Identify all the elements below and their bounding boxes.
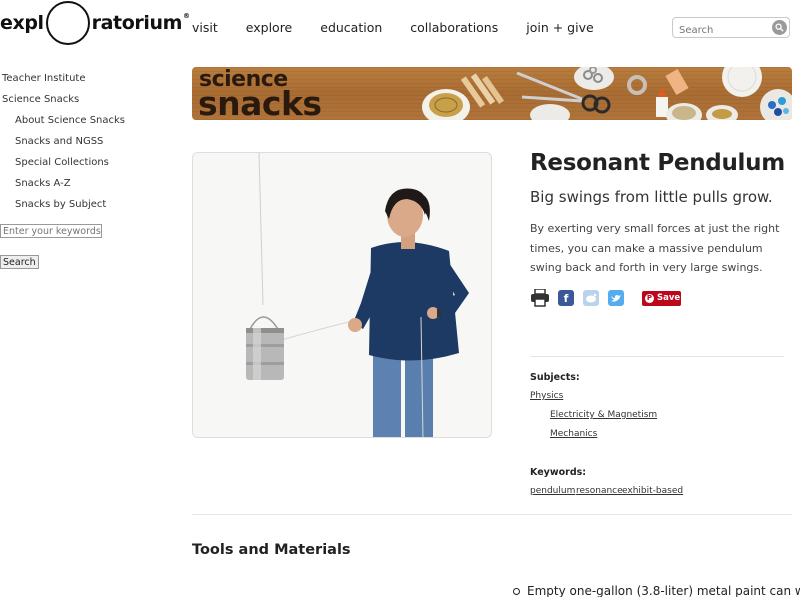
divider bbox=[530, 356, 784, 357]
page-title: Resonant Pendulum bbox=[530, 150, 785, 176]
subject-link-mechanics[interactable]: Mechanics bbox=[550, 429, 597, 439]
pinterest-save-button[interactable]: P Save bbox=[642, 290, 681, 306]
subject-link-physics[interactable]: Physics bbox=[530, 391, 563, 401]
keyword-search-input[interactable] bbox=[0, 224, 102, 238]
logo-ring-icon bbox=[45, 1, 90, 45]
search-icon[interactable] bbox=[772, 20, 787, 35]
sidebar-item-teacher-institute[interactable]: Teacher Institute bbox=[0, 68, 180, 89]
pinterest-save-label: Save bbox=[657, 293, 681, 303]
sidebar: Teacher Institute Science Snacks About S… bbox=[0, 68, 180, 269]
nav-education[interactable]: education bbox=[320, 20, 382, 35]
nav-visit[interactable]: visit bbox=[192, 20, 218, 35]
page-description: By exerting very small forces at just th… bbox=[530, 222, 780, 274]
reddit-icon[interactable] bbox=[583, 290, 599, 306]
pinterest-icon: P bbox=[645, 293, 654, 303]
sidebar-item-about-science-snacks[interactable]: About Science Snacks bbox=[0, 110, 180, 131]
printer-icon[interactable] bbox=[530, 289, 550, 307]
exploratorium-logo[interactable]: expl ratorium® bbox=[0, 0, 190, 46]
subjects-heading: Subjects: bbox=[530, 372, 580, 383]
keyword-link-resonance[interactable]: resonance bbox=[576, 486, 623, 496]
header-search-input[interactable] bbox=[673, 21, 768, 40]
twitter-icon[interactable] bbox=[608, 290, 624, 306]
keyword-search-button[interactable]: Search bbox=[0, 255, 39, 269]
sidebar-item-snacks-ngss[interactable]: Snacks and NGSS bbox=[0, 131, 180, 152]
page-subtitle: Big swings from little pulls grow. bbox=[530, 188, 773, 206]
keyword-link-pendulum[interactable]: pendulum bbox=[530, 486, 575, 496]
sidebar-item-snacks-a-z[interactable]: Snacks A-Z bbox=[0, 173, 180, 194]
sidebar-item-science-snacks[interactable]: Science Snacks bbox=[0, 89, 180, 110]
tools-list-item-text: Empty one-gallon (3.8-liter) metal paint… bbox=[527, 584, 800, 597]
science-snacks-banner: science snacks bbox=[192, 67, 792, 120]
section-divider bbox=[192, 514, 792, 515]
main-nav: visit explore education collaborations j… bbox=[192, 20, 594, 35]
header-search bbox=[672, 17, 790, 40]
pendulum-photo bbox=[192, 152, 492, 438]
share-bar: f P Save bbox=[530, 289, 681, 307]
keywords-heading: Keywords: bbox=[530, 467, 587, 478]
facebook-icon[interactable]: f bbox=[558, 290, 574, 306]
sidebar-item-snacks-by-subject[interactable]: Snacks by Subject bbox=[0, 194, 180, 215]
banner-line2: snacks bbox=[198, 84, 322, 120]
keyword-link-exhibit-based[interactable]: exhibit-based bbox=[622, 486, 683, 496]
logo-text-left: expl bbox=[0, 12, 44, 34]
nav-join-give[interactable]: join + give bbox=[526, 20, 593, 35]
banner-supplies-illustration bbox=[422, 67, 792, 120]
nav-explore[interactable]: explore bbox=[246, 20, 292, 35]
bullet-icon bbox=[513, 587, 520, 595]
sidebar-item-special-collections[interactable]: Special Collections bbox=[0, 152, 180, 173]
subject-link-electricity-magnetism[interactable]: Electricity & Magnetism bbox=[550, 410, 657, 420]
tools-list-item: Empty one-gallon (3.8-liter) metal paint… bbox=[513, 584, 800, 597]
nav-collaborations[interactable]: collaborations bbox=[410, 20, 498, 35]
logo-text-right: ratorium® bbox=[91, 12, 190, 34]
tools-materials-heading: Tools and Materials bbox=[192, 542, 351, 558]
